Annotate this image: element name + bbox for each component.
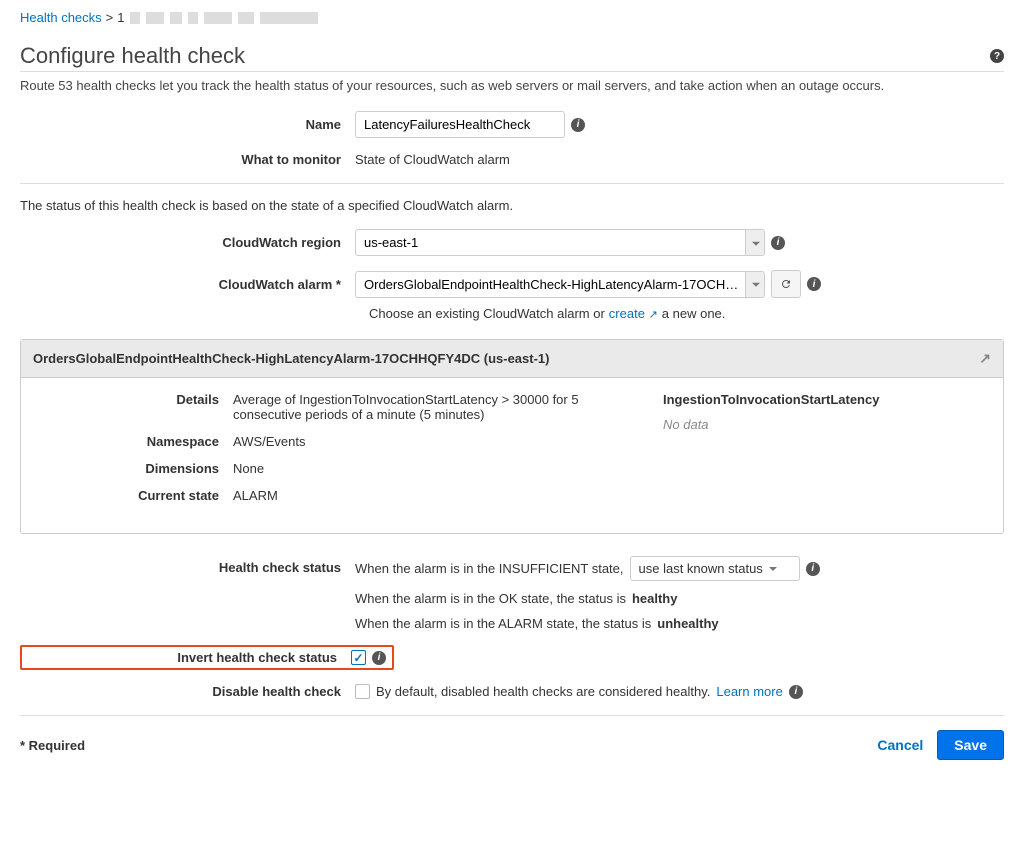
refresh-icon bbox=[780, 277, 792, 291]
create-alarm-link[interactable]: create ↗ bbox=[609, 306, 658, 321]
row-monitor: What to monitor State of CloudWatch alar… bbox=[20, 152, 1004, 167]
alarm-label: CloudWatch alarm * bbox=[20, 277, 355, 292]
region-label: CloudWatch region bbox=[20, 235, 355, 250]
details-label: Details bbox=[33, 392, 233, 422]
helper-pre: Choose an existing CloudWatch alarm or bbox=[369, 306, 605, 321]
save-button[interactable]: Save bbox=[937, 730, 1004, 760]
info-icon[interactable]: i bbox=[571, 118, 585, 132]
info-icon[interactable]: i bbox=[372, 651, 386, 665]
dimensions-value: None bbox=[233, 461, 633, 476]
info-icon[interactable]: i bbox=[789, 685, 803, 699]
disable-text: By default, disabled health checks are c… bbox=[376, 684, 710, 699]
status-label: Health check status bbox=[20, 556, 355, 575]
alarm-card-head: OrdersGlobalEndpointHealthCheck-HighLate… bbox=[21, 340, 1003, 378]
region-select[interactable]: us-east-1 bbox=[355, 229, 765, 256]
alarm-card: OrdersGlobalEndpointHealthCheck-HighLate… bbox=[20, 339, 1004, 534]
row-alarm: CloudWatch alarm * OrdersGlobalEndpointH… bbox=[20, 270, 1004, 298]
monitor-label: What to monitor bbox=[20, 152, 355, 167]
namespace-label: Namespace bbox=[33, 434, 233, 449]
status-line2-pre: When the alarm is in the OK state, the s… bbox=[355, 591, 626, 606]
invert-checkbox[interactable] bbox=[351, 650, 366, 665]
learn-more-link[interactable]: Learn more bbox=[716, 684, 782, 699]
status-line3-bold: unhealthy bbox=[657, 616, 718, 631]
disable-checkbox[interactable] bbox=[355, 684, 370, 699]
redacted-text bbox=[130, 12, 140, 24]
state-value: ALARM bbox=[233, 488, 633, 503]
info-icon[interactable]: i bbox=[771, 236, 785, 250]
region-select-wrap: us-east-1 bbox=[355, 229, 765, 256]
alarm-details-right: IngestionToInvocationStartLatency No dat… bbox=[663, 392, 991, 515]
invert-highlight-box: Invert health check status i bbox=[20, 645, 394, 670]
status-line1-pre: When the alarm is in the INSUFFICIENT st… bbox=[355, 561, 624, 576]
details-value: Average of IngestionToInvocationStartLat… bbox=[233, 392, 633, 422]
breadcrumb-sep: > bbox=[106, 10, 114, 25]
monitor-value: State of CloudWatch alarm bbox=[355, 152, 510, 167]
help-icon[interactable]: ? bbox=[990, 49, 1004, 63]
info-icon[interactable]: i bbox=[806, 562, 820, 576]
open-external-icon[interactable]: ↗ bbox=[979, 350, 991, 367]
external-link-icon: ↗ bbox=[649, 308, 658, 321]
status-line2-bold: healthy bbox=[632, 591, 678, 606]
footer: * Required Cancel Save bbox=[20, 715, 1004, 760]
helper-post: a new one. bbox=[662, 306, 726, 321]
row-name: Name i bbox=[20, 111, 1004, 138]
alarm-helper: Choose an existing CloudWatch alarm or c… bbox=[369, 306, 1004, 321]
state-label: Current state bbox=[33, 488, 233, 503]
breadcrumb-current-id: 1 bbox=[117, 10, 124, 25]
redacted-text bbox=[260, 12, 318, 24]
status-line3-pre: When the alarm is in the ALARM state, th… bbox=[355, 616, 651, 631]
page-title: Configure health check bbox=[20, 43, 245, 69]
redacted-text bbox=[146, 12, 164, 24]
row-disable: Disable health check By default, disable… bbox=[20, 684, 1004, 699]
page-intro: Route 53 health checks let you track the… bbox=[20, 78, 1004, 93]
redacted-text bbox=[238, 12, 254, 24]
redacted-text bbox=[188, 12, 198, 24]
divider bbox=[20, 183, 1004, 184]
invert-label: Invert health check status bbox=[22, 650, 351, 665]
page-title-row: Configure health check ? bbox=[20, 43, 1004, 72]
alarm-card-title: OrdersGlobalEndpointHealthCheck-HighLate… bbox=[33, 351, 549, 366]
name-label: Name bbox=[20, 117, 355, 132]
disable-label: Disable health check bbox=[20, 684, 355, 699]
redacted-text bbox=[204, 12, 232, 24]
refresh-button[interactable] bbox=[771, 270, 801, 298]
breadcrumb-root-link[interactable]: Health checks bbox=[20, 10, 102, 25]
row-region: CloudWatch region us-east-1 i bbox=[20, 229, 1004, 256]
redacted-text bbox=[170, 12, 182, 24]
nodata-text: No data bbox=[663, 417, 991, 432]
cancel-button[interactable]: Cancel bbox=[877, 737, 923, 753]
alarm-select[interactable]: OrdersGlobalEndpointHealthCheck-HighLate… bbox=[355, 271, 765, 298]
insufficient-state-select[interactable]: use last known status bbox=[630, 556, 800, 581]
dimensions-label: Dimensions bbox=[33, 461, 233, 476]
row-status: Health check status When the alarm is in… bbox=[20, 556, 1004, 631]
required-note: * Required bbox=[20, 738, 85, 753]
info-icon[interactable]: i bbox=[807, 277, 821, 291]
alarm-details-left: Details Average of IngestionToInvocation… bbox=[33, 392, 633, 515]
breadcrumb: Health checks > 1 bbox=[20, 10, 1004, 25]
namespace-value: AWS/Events bbox=[233, 434, 633, 449]
alarm-select-wrap: OrdersGlobalEndpointHealthCheck-HighLate… bbox=[355, 271, 765, 298]
metric-name: IngestionToInvocationStartLatency bbox=[663, 392, 991, 407]
name-input[interactable] bbox=[355, 111, 565, 138]
cloudwatch-intro: The status of this health check is based… bbox=[20, 198, 1004, 213]
